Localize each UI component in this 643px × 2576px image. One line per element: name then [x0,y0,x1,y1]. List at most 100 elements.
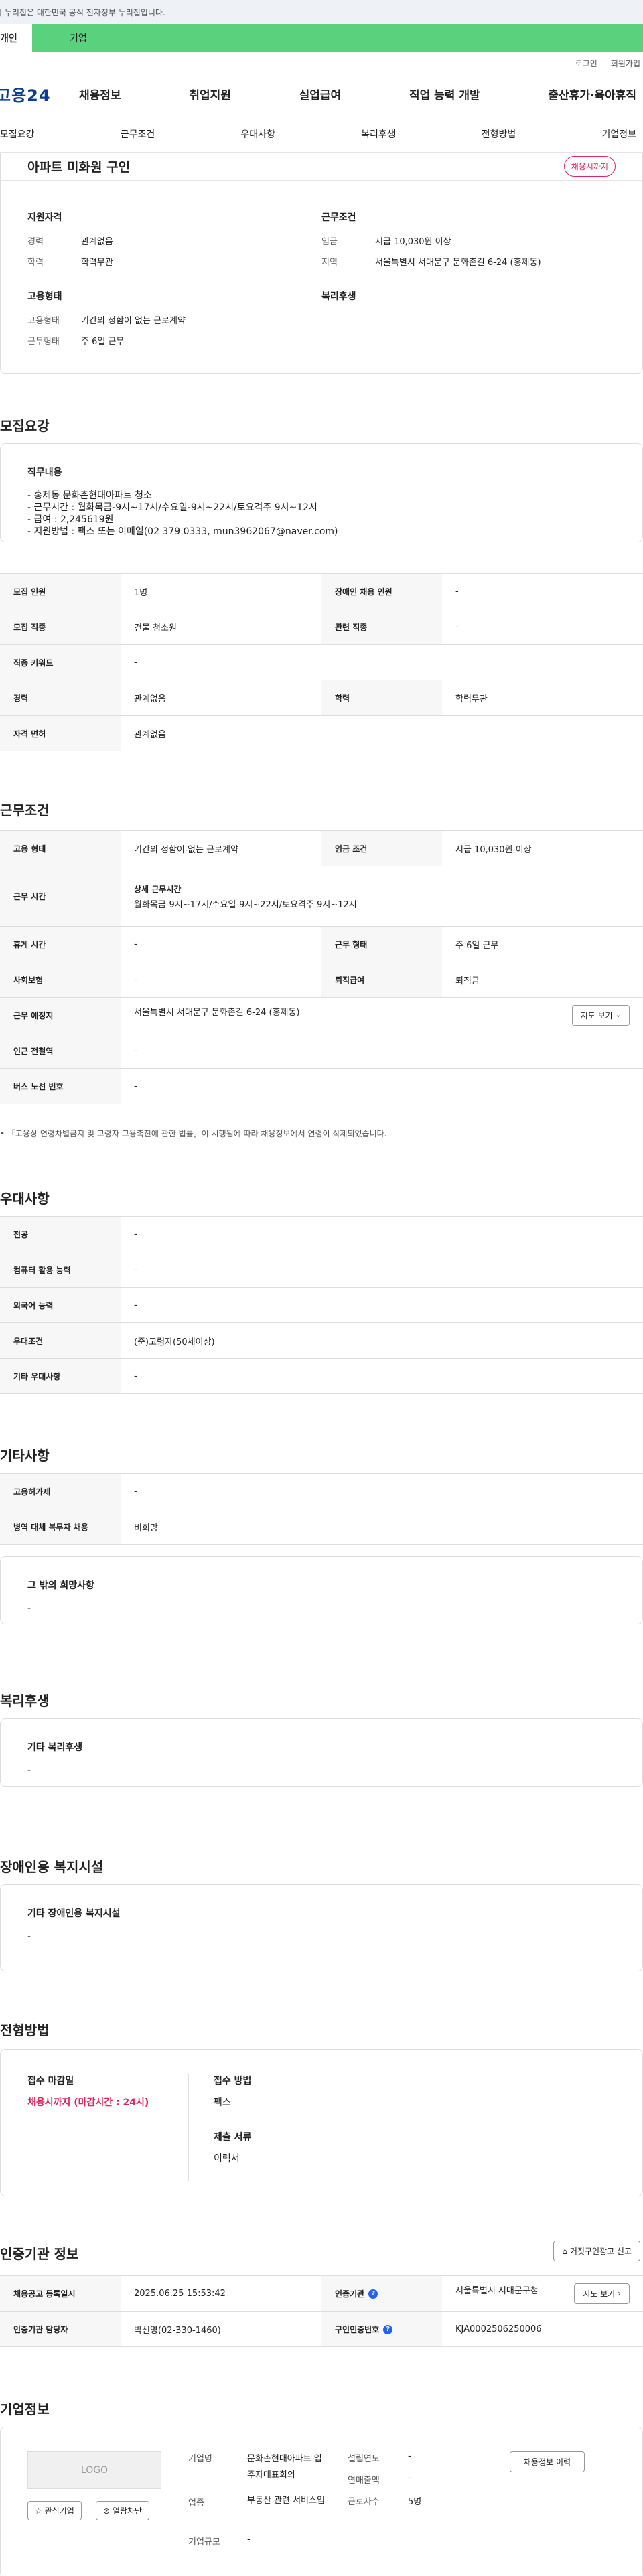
gnb-item-jobs[interactable]: 채용정보 [79,86,121,102]
summary-key: 고용형태 [27,316,60,326]
map-view-button[interactable]: 지도 보기 ⌄ [571,1004,630,1026]
job-history-button[interactable]: 채용정보 이력 [510,2451,585,2472]
summary-value: 관계없음 [81,237,113,247]
site-logo[interactable]: 고용24 [0,82,79,106]
anchor-tab-company[interactable]: 기업정보 [601,127,636,141]
table-header: 병역 대체 복무자 채용 [0,1509,121,1545]
table-cell: - [121,1068,643,1104]
other-wishes-box: 그 밖의 희망사항 - [0,1556,643,1624]
table-row: 외국어 능력 - [0,1287,643,1323]
help-icon[interactable]: ? [368,2289,378,2299]
table-row: 우대조건 (준)고령자(50세이상) [0,1322,643,1359]
table-row: 근무 예정지 서울특별시 서대문구 문화촌길 6-24 (홍제동) 지도 보기 ⌄ [0,997,643,1033]
table-row: 컴퓨터 활용 능력 - [0,1252,643,1288]
report-fake-ad-button[interactable]: ⌂ 거짓구인광고 신고 [553,2241,640,2261]
gnb-menu: 채용정보 취업지원 실업급여 직업 능력 개발 출산휴가·육아휴직 [79,86,643,102]
login-link[interactable]: 로그인 [575,58,597,74]
company-sales-value: - [408,2473,411,2483]
deadline-value: 채용시까지 (마감시간 : 24시) [27,2097,149,2108]
anchor-tab-selection[interactable]: 전형방법 [482,127,516,141]
pref-table: 전공 - 컴퓨터 활용 능력 - 외국어 능력 - 우대조건 (준)고령자(50세이상)… [0,1216,643,1394]
table-cell: - [121,1473,643,1509]
job-description-text: - 홍제동 문화촌현대아파트 청소 - 근무시간 : 월화목금-9시~17시/수… [27,490,338,537]
table-cell: 서울특별시 서대문구 문화촌길 6-24 (홍제동) 지도 보기 ⌄ [121,997,643,1033]
table-header: 모집 직종 [0,609,121,645]
gnb-item-employment-support[interactable]: 취업지원 [189,86,231,102]
summary-value: 기간의 정함이 없는 근로계약 [81,316,186,326]
welfare-box-title: 기타 복리후생 [27,1742,83,1753]
gnb-item-leave[interactable]: 출산휴가·육아휴직 [548,86,636,102]
summary-welfare-title: 복리후생 [322,291,356,302]
table-cell: 학력무관 [442,680,643,716]
table-header: 경력 [0,680,121,716]
table-header: 채용공고 등록일시 [0,2275,121,2312]
home-icon: ⌂ [562,2247,570,2256]
age-law-note: • 「고용상 연령차별금지 및 고령자 고용촉진에 관한 법률」이 시행됨에 따… [0,1128,386,1139]
table-row: 인근 전철역 - [0,1033,643,1069]
section-title-work: 근무조건 [0,802,50,818]
table-row: 근무 시간 상세 근무시간 월화목금-9시~17시/수요일-9시~22시/토요격주 … [0,866,643,927]
cert-map-button[interactable]: 지도 보기 › [574,2283,630,2304]
gnb-item-unemployment-benefit[interactable]: 실업급여 [299,86,342,102]
summary-key: 경력 [27,237,44,247]
table-row: 휴게 시간 - 근무 형태 주 6일 근무 [0,926,643,962]
work-place-address: 서울특별시 서대문구 문화촌길 6-24 (홍제동) [134,1007,300,1018]
summary-grid-bottom: 고용형태 고용형태 기간의 정함이 없는 근로계약 근무형태 주 6일 근무 복리후… [27,289,616,355]
table-header: 고용 형태 [0,830,121,866]
table-row: 고용 형태 기간의 정함이 없는 근로계약 임금 조건 시급 10,030원 이상 [0,830,643,866]
map-view-label: 지도 보기 [580,1010,613,1020]
summary-value: 시급 10,030원 이상 [375,237,451,247]
favorite-company-button[interactable]: ☆ 관심기업 [27,2501,82,2520]
table-cell: 박선영(02-330-1460) [121,2311,322,2347]
table-header: 근무 예정지 [0,997,121,1033]
tab-personal[interactable]: 개인 [0,24,32,52]
table-header: 인증기관 담당자 [0,2311,121,2347]
company-employees-value: 5명 [408,2497,422,2507]
table-cell: 1명 [121,573,322,609]
table-row: 전공 - [0,1216,643,1252]
anchor-tab-welfare[interactable]: 복리후생 [361,127,396,141]
age-law-note-text: 「고용상 연령차별금지 및 고령자 고용촉진에 관한 법률」이 시행됨에 따라 … [7,1129,387,1138]
table-header: 인근 전철역 [0,1033,121,1069]
welfare-box: 기타 복리후생 - [0,1718,643,1787]
table-row: 병역 대체 복무자 채용 비희망 [0,1509,643,1545]
company-est-label: 설립연도 [348,2454,380,2464]
work-table: 고용 형태 기간의 정함이 없는 근로계약 임금 조건 시급 10,030원 이상 근… [0,830,643,1104]
table-row: 버스 노선 번호 - [0,1068,643,1104]
table-cell: 2025.06.25 15:53:42 [121,2275,322,2312]
table-cell: - [121,644,643,680]
section-title-welfare: 복리후생 [0,1693,50,1709]
summary-key: 근무형태 [27,337,60,347]
table-header: 기타 우대사항 [0,1358,121,1394]
anchor-tab-work[interactable]: 근무조건 [121,127,155,141]
table-cell: KJA0002506250006 [442,2311,643,2347]
table-cell: 비희망 [121,1509,643,1545]
table-cell: - [121,1287,643,1323]
gnb-item-skills[interactable]: 직업 능력 개발 [409,86,480,102]
company-logo-placeholder: LOGO [27,2451,161,2489]
anchor-tab-pref[interactable]: 우대사항 [240,127,275,141]
table-cell: - [121,1216,643,1252]
table-header: 구인인증번호? [322,2311,442,2347]
anchor-tab-recruit[interactable]: 모집요강 [0,127,35,141]
table-header: 학력 [322,680,442,716]
company-name-value: 문화촌현대아파트 입주자대표회의 [247,2454,322,2480]
company-industry-label: 업종 [188,2498,204,2508]
block-view-button[interactable]: ⊘ 열람차단 [96,2501,150,2520]
company-size-value: - [247,2534,251,2545]
join-link[interactable]: 회원가입 [611,58,640,74]
disabled-facilities-text: - [27,1931,31,1942]
help-icon[interactable]: ? [383,2325,393,2334]
table-row: 모집 직종 건물 청소원 관련 직종 - [0,609,643,645]
table-cell: - [121,962,322,998]
table-header: 인증기관? [322,2275,442,2312]
table-header: 자격 면허 [0,715,121,751]
table-row: 모집 인원 1명 장애인 채용 인원 - [0,573,643,609]
table-row: 경력 관계없음 학력 학력무관 [0,680,643,716]
service-tabs: 개인 기업 [0,24,643,52]
deadline-badge: 채용시까지 [563,156,616,177]
company-sales-label: 연매출액 [348,2476,380,2486]
table-header: 직종 키워드 [0,644,121,680]
table-cell: 상세 근무시간 월화목금-9시~17시/수요일-9시~22시/토요격주 9시~12… [121,866,643,927]
tab-company[interactable]: 기업 [32,24,643,52]
